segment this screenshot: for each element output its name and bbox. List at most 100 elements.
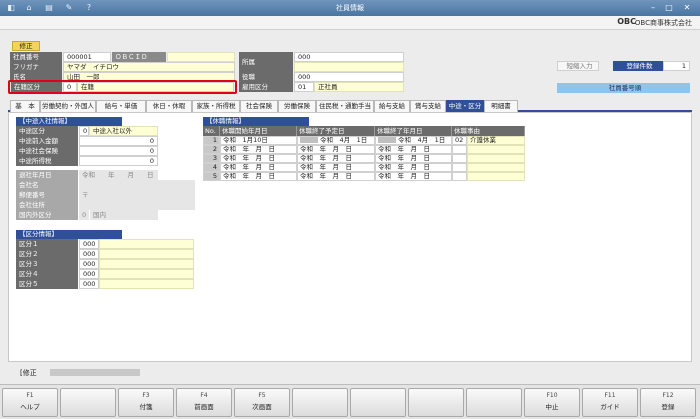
kana-field[interactable]: ヤマダ イチロウ — [63, 62, 235, 72]
leave-row-no: 5 — [203, 172, 220, 181]
leave-row-no: 1 — [203, 136, 220, 145]
class-5-code[interactable]: 000 — [79, 279, 99, 289]
midcareer-pay-label: 中途前入金額 — [16, 136, 78, 146]
corp-name-field — [79, 180, 195, 190]
leave-reason-name — [467, 172, 525, 181]
abroad-code: 0 — [79, 210, 89, 220]
f3-button[interactable]: F3 付箋 — [118, 388, 174, 417]
leave-end-cell[interactable]: 令和 年 月 日 — [375, 163, 452, 172]
fkey-label: F12 — [662, 392, 674, 399]
tab-labor-insurance[interactable]: 労働保険 — [278, 100, 316, 112]
class-4-code[interactable]: 000 — [79, 269, 99, 279]
leave-row-no: 4 — [203, 163, 220, 172]
sort-order-bar[interactable]: 社員番号順 — [557, 83, 690, 93]
leave-col-end: 休職終了年月日 — [375, 126, 452, 136]
fkey-text: 中止 — [545, 403, 559, 411]
class-2-code[interactable]: 000 — [79, 249, 99, 259]
abroad-label: 国内外区分 — [16, 210, 78, 220]
class-5-label: 区分５ — [16, 279, 78, 289]
f5-button[interactable]: F5 次画面 — [234, 388, 290, 417]
leave-reason-code[interactable]: 02 — [452, 136, 467, 145]
leave-col-no: No. — [203, 126, 220, 136]
status-bar: [修正 — [8, 366, 692, 380]
leave-col-plan: 休職終了予定日 — [297, 126, 375, 136]
close-icon[interactable]: ✕ — [680, 2, 694, 14]
f1-button[interactable]: F1 ヘルプ — [2, 388, 58, 417]
f9-button[interactable] — [466, 388, 522, 417]
dept-code-field[interactable]: 000 — [294, 52, 404, 62]
leave-end-cell[interactable]: 令和 4月 1日 — [375, 136, 452, 145]
leave-start-cell[interactable]: 令和 年 月 日 — [220, 145, 297, 154]
fkey-label: F1 — [26, 392, 34, 399]
class-3-label: 区分３ — [16, 259, 78, 269]
leave-end-cell[interactable]: 令和 年 月 日 — [375, 154, 452, 163]
leave-plan-cell[interactable]: 令和 年 月 日 — [297, 145, 375, 154]
shorten-input-button[interactable]: 短縮入力 — [557, 61, 599, 71]
leave-plan-cell[interactable]: 令和 4月 1日 — [297, 136, 375, 145]
class-1-label: 区分１ — [16, 239, 78, 249]
midcareer-tax-field[interactable]: 0 — [79, 156, 158, 166]
tab-resident-tax[interactable]: 住民税・通勤手当 — [316, 100, 374, 112]
corp-address-label: 会社住所 — [16, 200, 78, 210]
masked-text — [300, 137, 318, 143]
leave-end-cell[interactable]: 令和 年 月 日 — [375, 145, 452, 154]
zip-field: 〒 — [79, 190, 195, 200]
masked-text — [378, 137, 396, 143]
leave-reason-code[interactable] — [452, 163, 467, 172]
f8-button[interactable] — [408, 388, 464, 417]
f12-button[interactable]: F12 登録 — [640, 388, 696, 417]
leave-end-cell[interactable]: 令和 年 月 日 — [375, 172, 452, 181]
tab-basic[interactable]: 基 本 — [10, 100, 40, 112]
midcareer-type-code[interactable]: 0 — [79, 126, 89, 136]
class-3-code[interactable]: 000 — [79, 259, 99, 269]
tab-salary-payment[interactable]: 給与支給 — [374, 100, 410, 112]
leave-start-cell[interactable]: 令和 年 月 日 — [220, 163, 297, 172]
f7-button[interactable] — [350, 388, 406, 417]
obcid-field[interactable] — [167, 52, 235, 62]
f10-button[interactable]: F10 中止 — [524, 388, 580, 417]
fkey-label: F4 — [200, 392, 208, 399]
f2-button[interactable] — [60, 388, 116, 417]
abroad-field: 国内 — [90, 210, 158, 220]
leave-reason-code[interactable] — [452, 172, 467, 181]
title-bar: ◧ ⌂ ▤ ✎ ? 社員情報 – □ ✕ — [0, 0, 700, 16]
corp-address-field — [79, 200, 195, 210]
tab-salary-rate[interactable]: 給与・単価 — [96, 100, 146, 112]
tab-statement[interactable]: 明細書 — [484, 100, 518, 112]
status-text: [修正 — [20, 369, 37, 377]
maximize-icon[interactable]: □ — [662, 2, 676, 14]
leave-plan-cell[interactable]: 令和 年 月 日 — [297, 154, 375, 163]
tab-family-tax[interactable]: 家族・所得税 — [192, 100, 240, 112]
midcareer-pay-field[interactable]: 0 — [79, 136, 158, 146]
tab-midcareer[interactable]: 中途・区分 — [446, 100, 484, 112]
tab-labor-contract[interactable]: 労働契約・外国人 — [40, 100, 96, 112]
leave-plan-cell[interactable]: 令和 年 月 日 — [297, 172, 375, 181]
tab-bonus-payment[interactable]: 賞与支給 — [410, 100, 446, 112]
tab-holiday[interactable]: 休日・休暇 — [146, 100, 192, 112]
leave-reason-code[interactable] — [452, 145, 467, 154]
employee-no-field[interactable]: 000001 — [63, 52, 111, 62]
leave-start-cell[interactable]: 令和 年 月 日 — [220, 154, 297, 163]
f6-button[interactable] — [292, 388, 348, 417]
post-label: 役職 — [239, 72, 293, 82]
tab-social-insurance[interactable]: 社会保険 — [240, 100, 278, 112]
leave-row-no: 3 — [203, 154, 220, 163]
minimize-icon[interactable]: – — [646, 2, 660, 14]
leave-start-cell[interactable]: 令和 年 月 日 — [220, 172, 297, 181]
company-name: OBC商事株式会社 — [634, 19, 692, 27]
employee-no-label: 社員番号 — [10, 52, 62, 62]
f4-button[interactable]: F4 前画面 — [176, 388, 232, 417]
f11-button[interactable]: F11 ガイド — [582, 388, 638, 417]
post-code-field[interactable]: 000 — [294, 72, 404, 82]
emp-type-code-field[interactable]: 01 — [294, 82, 314, 92]
corp-name-label: 会社名 — [16, 180, 78, 190]
fkey-text: 付箋 — [139, 403, 153, 411]
leave-start-cell[interactable]: 令和 1月10日 — [220, 136, 297, 145]
fkey-text: ガイド — [600, 403, 620, 411]
leave-plan-cell[interactable]: 令和 年 月 日 — [297, 163, 375, 172]
leave-reason-name — [467, 154, 525, 163]
midcareer-insurance-field[interactable]: 0 — [79, 146, 158, 156]
class-1-code[interactable]: 000 — [79, 239, 99, 249]
retire-date-field: 令和 年 月 日 — [79, 170, 158, 180]
leave-reason-code[interactable] — [452, 154, 467, 163]
